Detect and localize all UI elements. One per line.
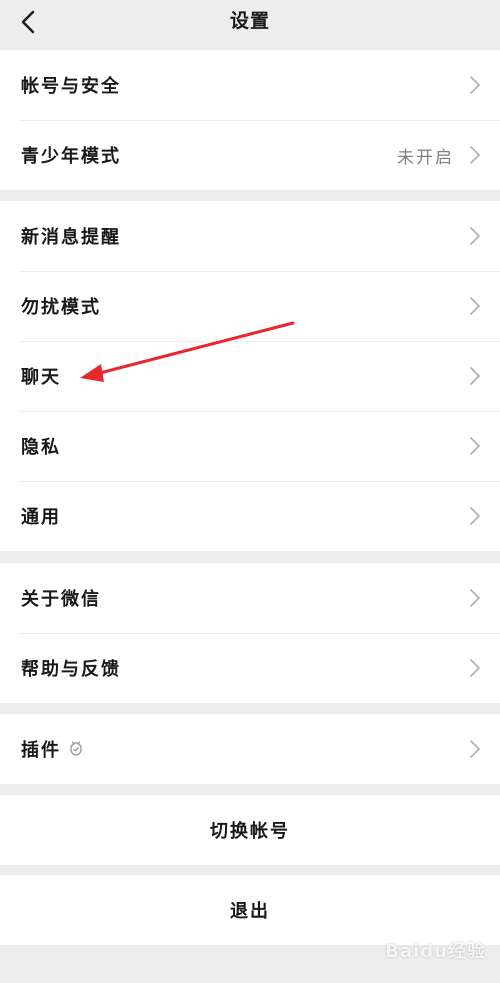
settings-item-youth-mode[interactable]: 青少年模式 未开启: [0, 120, 500, 190]
chevron-right-icon: [470, 227, 480, 245]
settings-item-label: 帮助与反馈: [21, 659, 121, 680]
settings-item-label: 关于微信: [21, 589, 101, 610]
chevron-right-icon: [470, 589, 480, 607]
settings-item-general[interactable]: 通用: [0, 481, 500, 551]
settings-group-general: 新消息提醒 勿扰模式 聊天 隐私 通用: [0, 201, 500, 551]
settings-item-about-wechat[interactable]: 关于微信: [0, 563, 500, 633]
settings-group-plugins: 插件: [0, 714, 500, 784]
logout-button[interactable]: 退出: [0, 875, 500, 945]
settings-item-help-feedback[interactable]: 帮助与反馈: [0, 633, 500, 703]
settings-item-label: 聊天: [21, 367, 61, 388]
settings-item-plugins[interactable]: 插件: [0, 714, 500, 784]
settings-item-label: 青少年模式: [21, 146, 121, 167]
settings-item-chat[interactable]: 聊天: [0, 341, 500, 411]
chevron-right-icon: [470, 437, 480, 455]
settings-item-label: 通用: [21, 507, 61, 528]
settings-item-label: 隐私: [21, 437, 61, 458]
settings-item-label: 插件: [21, 740, 61, 761]
youth-mode-status: 未开启: [397, 147, 454, 168]
watermark: Baidu经验: [385, 941, 486, 962]
settings-item-do-not-disturb[interactable]: 勿扰模式: [0, 271, 500, 341]
switch-account-button[interactable]: 切换帐号: [0, 795, 500, 865]
page-title: 设置: [229, 10, 270, 32]
chevron-right-icon: [470, 76, 480, 94]
chevron-right-icon: [470, 659, 480, 677]
chevron-right-icon: [470, 507, 480, 525]
settings-item-label: 帐号与安全: [21, 76, 121, 97]
header-bar: 设置: [0, 0, 500, 48]
chevron-right-icon: [470, 367, 480, 385]
settings-item-notifications[interactable]: 新消息提醒: [0, 201, 500, 271]
settings-item-privacy[interactable]: 隐私: [0, 411, 500, 481]
settings-group-account: 帐号与安全 青少年模式 未开启: [0, 50, 500, 190]
chevron-right-icon: [470, 297, 480, 315]
chevron-right-icon: [470, 740, 480, 758]
settings-item-account-security[interactable]: 帐号与安全: [0, 50, 500, 120]
settings-item-label: 新消息提醒: [21, 227, 121, 248]
chevron-right-icon: [470, 146, 480, 164]
settings-group-about: 关于微信 帮助与反馈: [0, 563, 500, 703]
plugin-badge-icon: [70, 741, 82, 756]
settings-item-label: 勿扰模式: [21, 297, 101, 318]
